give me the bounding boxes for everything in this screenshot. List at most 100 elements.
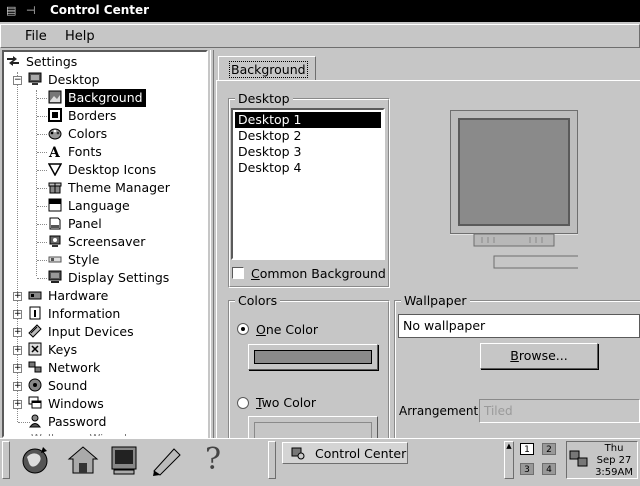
title-bar: ▤ ⊣ Control Center bbox=[0, 0, 640, 22]
hardware-expand-toggle[interactable]: + bbox=[13, 292, 22, 301]
panel-separator bbox=[268, 441, 276, 479]
list-item[interactable]: Desktop 4 bbox=[235, 160, 381, 176]
tree-item-borders[interactable]: Borders bbox=[48, 107, 119, 125]
color2-swatch bbox=[254, 422, 372, 439]
common-background-checkbox[interactable] bbox=[232, 267, 244, 279]
tree-item-windows[interactable]: Windows bbox=[28, 395, 107, 413]
clock-time: 3:59AM bbox=[595, 467, 633, 478]
network-expand-toggle[interactable]: + bbox=[13, 364, 22, 373]
two-color-label[interactable]: Two Color bbox=[256, 395, 316, 410]
panel-splitter[interactable] bbox=[210, 50, 214, 438]
tree-item-password[interactable]: Password bbox=[28, 413, 109, 431]
svg-text:A: A bbox=[48, 145, 61, 158]
terminal-icon[interactable] bbox=[108, 443, 142, 477]
tree-item-language[interactable]: Language bbox=[48, 197, 133, 215]
information-icon bbox=[28, 306, 42, 320]
pager-desktop-3[interactable]: 3 bbox=[520, 463, 534, 475]
tree-item-hardware[interactable]: Hardware bbox=[28, 287, 111, 305]
arrangement-select[interactable]: Tiled bbox=[479, 399, 640, 423]
information-expand-toggle[interactable]: + bbox=[13, 310, 22, 319]
taskbar-task-control-center[interactable]: Control Center bbox=[282, 442, 408, 464]
two-color-radio[interactable] bbox=[237, 397, 249, 409]
window-title: Control Center bbox=[50, 3, 150, 17]
desktop-collapse-toggle[interactable]: − bbox=[13, 76, 22, 85]
pager-desktop-4[interactable]: 4 bbox=[542, 463, 556, 475]
tree-root[interactable]: Settings bbox=[6, 53, 80, 71]
window-menu-icon[interactable]: ▤ bbox=[6, 4, 22, 17]
list-item[interactable]: Desktop 2 bbox=[235, 128, 381, 144]
one-color-radio[interactable] bbox=[237, 323, 249, 335]
tree-item-desktop-icons[interactable]: Desktop Icons bbox=[47, 161, 159, 179]
colors-group-title: Colors bbox=[235, 293, 281, 308]
list-item[interactable]: Desktop 1 bbox=[235, 112, 381, 128]
home-icon[interactable] bbox=[66, 443, 100, 477]
wallpaper-group-title: Wallpaper bbox=[401, 293, 470, 308]
windows-icon bbox=[28, 396, 42, 410]
editor-icon[interactable] bbox=[150, 443, 184, 477]
tree-item-keys[interactable]: Keys bbox=[28, 341, 80, 359]
color1-button[interactable] bbox=[248, 344, 378, 370]
tree-item-panel[interactable]: Panel bbox=[48, 215, 105, 233]
tree-item-information[interactable]: Information bbox=[28, 305, 123, 323]
settings-icon bbox=[6, 54, 20, 68]
tree-item-sound[interactable]: Sound bbox=[28, 377, 90, 395]
language-icon bbox=[48, 198, 62, 212]
windows-expand-toggle[interactable]: + bbox=[13, 400, 22, 409]
pager-desktop-2[interactable]: 2 bbox=[542, 443, 556, 455]
tree-item-input-devices[interactable]: Input Devices bbox=[28, 323, 137, 341]
style-icon bbox=[48, 252, 62, 266]
wallpaper-select[interactable]: No wallpaper bbox=[398, 314, 640, 338]
input-devices-icon bbox=[28, 324, 42, 338]
panel-hide-left[interactable] bbox=[2, 441, 10, 479]
help-icon[interactable]: ? bbox=[196, 443, 230, 477]
pin-icon[interactable]: ⊣ bbox=[26, 4, 42, 17]
tree-item-colors[interactable]: Colors bbox=[48, 125, 110, 143]
password-icon bbox=[28, 414, 42, 428]
tray-arrow-icon[interactable]: ▲ bbox=[504, 441, 514, 479]
tree-item-style[interactable]: Style bbox=[48, 251, 102, 269]
browse-button[interactable]: Browse... bbox=[480, 343, 598, 369]
tree-item-wallpaper-wizard[interactable]: Wallpaper Wizard bbox=[28, 430, 130, 436]
task-label: Control Center bbox=[315, 446, 407, 461]
desktop-list[interactable]: Desktop 1 Desktop 2 Desktop 3 Desktop 4 bbox=[231, 108, 385, 260]
pager-desktop-1[interactable]: 1 bbox=[520, 443, 534, 455]
list-item[interactable]: Desktop 3 bbox=[235, 144, 381, 160]
theme-manager-icon bbox=[48, 180, 62, 194]
keys-icon bbox=[28, 342, 42, 356]
clock-area[interactable]: Thu Sep 27 3:59AM bbox=[566, 441, 638, 479]
monitor-preview bbox=[449, 109, 587, 269]
sound-icon bbox=[28, 378, 42, 392]
color2-button[interactable] bbox=[248, 416, 378, 440]
tree-item-desktop[interactable]: Desktop bbox=[28, 71, 103, 89]
one-color-label[interactable]: One Color bbox=[256, 322, 318, 337]
tree-item-network[interactable]: Network bbox=[28, 359, 103, 377]
input-devices-expand-toggle[interactable]: + bbox=[13, 328, 22, 337]
screensaver-icon bbox=[48, 234, 62, 248]
menu-file[interactable]: File bbox=[25, 29, 47, 44]
tree-item-screensaver[interactable]: Screensaver bbox=[48, 233, 148, 251]
tree-item-fonts[interactable]: A Fonts bbox=[48, 143, 105, 161]
settings-tree[interactable]: Settings − Desktop Background Borders Co… bbox=[2, 50, 208, 438]
common-background-label[interactable]: Common Background bbox=[251, 266, 386, 281]
clock-date: Sep 27 bbox=[596, 455, 632, 466]
background-icon bbox=[48, 90, 62, 104]
control-center-task-icon bbox=[291, 446, 305, 460]
network-icon bbox=[28, 360, 42, 374]
panel-icon bbox=[48, 216, 62, 230]
hardware-icon bbox=[28, 288, 42, 302]
tree-item-background[interactable]: Background bbox=[48, 89, 146, 107]
network-monitor-icon bbox=[569, 450, 589, 471]
arrangement-label: Arrangement: bbox=[399, 404, 483, 418]
fonts-icon: A bbox=[48, 144, 62, 161]
keys-expand-toggle[interactable]: + bbox=[13, 346, 22, 355]
tree-item-display-settings[interactable]: Display Settings bbox=[48, 269, 172, 287]
tree-item-theme-manager[interactable]: Theme Manager bbox=[48, 179, 173, 197]
colors-icon bbox=[48, 126, 62, 140]
main-menu-icon[interactable] bbox=[18, 443, 52, 477]
tab-background[interactable]: Background bbox=[218, 56, 316, 80]
menu-help[interactable]: Help bbox=[65, 29, 95, 44]
sound-expand-toggle[interactable]: + bbox=[13, 382, 22, 391]
menu-bar: File Help bbox=[0, 24, 640, 48]
taskbar: ? Control Center ▲ 1 2 3 4 Thu Sep 27 3:… bbox=[0, 438, 640, 480]
desktop-icons-icon bbox=[47, 162, 63, 177]
